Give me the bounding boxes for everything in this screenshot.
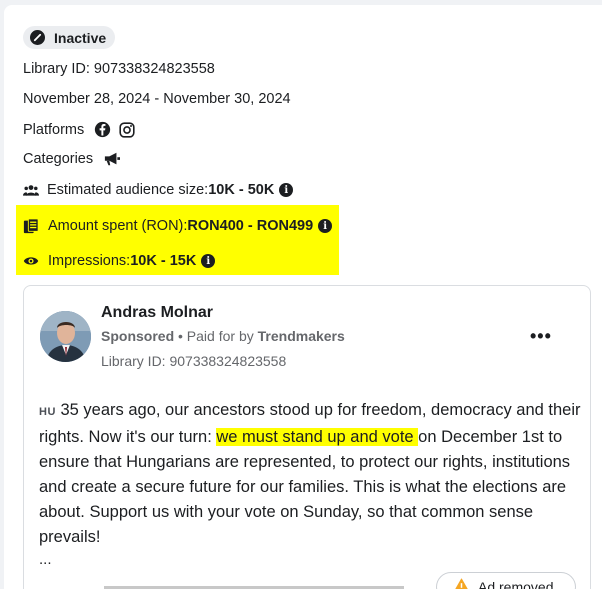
warning-icon [453,578,470,589]
see-more-ellipsis[interactable]: ... [39,551,52,568]
ad-removed-badge[interactable]: Ad removed [436,572,576,589]
status-label: Inactive [54,29,107,46]
eye-icon [23,255,39,267]
audience-label: Estimated audience size: [47,182,209,198]
money-icon [23,218,39,234]
pencil-off-icon [30,30,45,45]
ad-library-id: Library ID: 907338324823558 [101,353,287,369]
info-icon[interactable]: i [201,254,216,268]
people-icon [23,184,39,196]
ad-preview: Andras Molnar Sponsored • Paid for by Tr… [23,285,591,589]
payer-name: Trendmakers [257,328,345,344]
categories-row: Categories [23,151,121,167]
more-options-button[interactable]: ••• [530,326,552,347]
paid-for-label: • Paid for by [174,328,258,344]
avatar[interactable] [40,311,91,362]
impressions-value: 10K - 15K [130,253,197,269]
categories-label: Categories [23,151,94,167]
language-tag: HU [39,406,56,418]
amount-spent-value: RON400 - RON499 [187,218,314,234]
sponsored-label: Sponsored [101,328,175,344]
platforms-row: Platforms [23,121,135,138]
amount-spent-label: Amount spent (RON): [48,218,188,234]
info-icon[interactable]: i [279,183,294,197]
megaphone-icon [103,151,121,167]
impressions-row: Impressions: 10K - 15K i [23,253,216,269]
date-range: November 28, 2024 - November 30, 2024 [23,91,291,107]
audience-value: 10K - 50K [208,182,275,198]
instagram-icon [119,121,135,138]
facebook-icon [94,121,111,138]
platforms-label: Platforms [23,121,85,138]
advertiser-name[interactable]: Andras Molnar [101,304,213,322]
info-icon[interactable]: i [318,219,333,233]
ad-body-text: HU 35 years ago, our ancestors stood up … [39,398,584,550]
body-text-highlight: we must stand up and vote [216,428,419,446]
status-badge: Inactive [23,26,116,49]
library-id: Library ID: 907338324823558 [23,61,215,77]
impressions-label: Impressions: [48,253,131,269]
audience-row: Estimated audience size: 10K - 50K i [23,182,294,198]
ad-removed-label: Ad removed [478,579,554,589]
amount-spent-row: Amount spent (RON): RON400 - RON499 i [23,218,333,234]
sponsored-line: Sponsored • Paid for by Trendmakers [101,328,345,344]
